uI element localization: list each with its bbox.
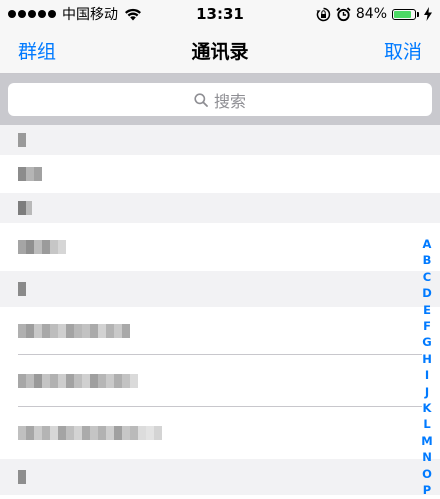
battery-percent: 84% xyxy=(355,6,387,22)
status-right: 84% xyxy=(311,5,432,23)
list-item[interactable] xyxy=(0,307,440,355)
blurred-section-letter xyxy=(18,133,26,147)
search-icon xyxy=(194,92,208,107)
blurred-section-letter xyxy=(18,282,26,296)
list-item[interactable] xyxy=(0,223,440,271)
index-letter-d[interactable]: D xyxy=(422,285,432,301)
index-letter-g[interactable]: G xyxy=(422,334,431,350)
index-letter-l[interactable]: L xyxy=(423,416,430,432)
orientation-lock-icon xyxy=(316,7,331,21)
battery-icon xyxy=(392,8,419,20)
alarm-icon xyxy=(336,6,351,21)
index-letter-o[interactable]: O xyxy=(422,466,432,482)
groups-button[interactable]: 群组 xyxy=(18,37,56,64)
index-letter-h[interactable]: H xyxy=(422,351,432,367)
blurred-section-letter xyxy=(18,201,32,215)
blurred-section-letter xyxy=(18,470,26,484)
section-header xyxy=(0,459,440,495)
index-letter-m[interactable]: M xyxy=(421,433,432,449)
blurred-contact-name xyxy=(18,374,138,388)
search-bar: 搜索 xyxy=(0,74,440,125)
index-letter-c[interactable]: C xyxy=(423,269,431,285)
index-letter-k[interactable]: K xyxy=(423,400,432,416)
contacts-list[interactable] xyxy=(0,125,440,495)
index-letter-f[interactable]: F xyxy=(423,318,431,334)
alphabet-index[interactable]: ABCDEFGHIJKLMNOP xyxy=(416,236,438,499)
section-header xyxy=(0,125,440,155)
charging-bolt-icon xyxy=(424,7,432,21)
index-letter-a[interactable]: A xyxy=(423,236,432,252)
blurred-contact-name xyxy=(18,426,162,440)
index-letter-i[interactable]: I xyxy=(425,367,429,383)
index-letter-n[interactable]: N xyxy=(422,449,432,465)
cancel-button[interactable]: 取消 xyxy=(384,37,422,64)
section-header xyxy=(0,193,440,223)
index-letter-b[interactable]: B xyxy=(423,252,432,268)
list-item[interactable] xyxy=(0,407,440,459)
navigation-bar: 群组 通讯录 取消 xyxy=(0,28,440,74)
page-title: 通讯录 xyxy=(191,41,249,63)
index-letter-j[interactable]: J xyxy=(425,384,429,400)
search-input[interactable]: 搜索 xyxy=(8,83,432,116)
blurred-contact-name xyxy=(18,240,66,254)
index-letter-e[interactable]: E xyxy=(423,302,431,318)
blurred-contact-name xyxy=(18,167,42,181)
list-item[interactable] xyxy=(0,155,440,193)
index-letter-p[interactable]: P xyxy=(423,482,431,498)
blurred-contact-name xyxy=(18,324,130,338)
section-header xyxy=(0,271,440,307)
status-bar: 中国移动 13:31 84% xyxy=(0,0,440,28)
list-item[interactable] xyxy=(0,355,440,407)
search-placeholder: 搜索 xyxy=(213,91,246,111)
